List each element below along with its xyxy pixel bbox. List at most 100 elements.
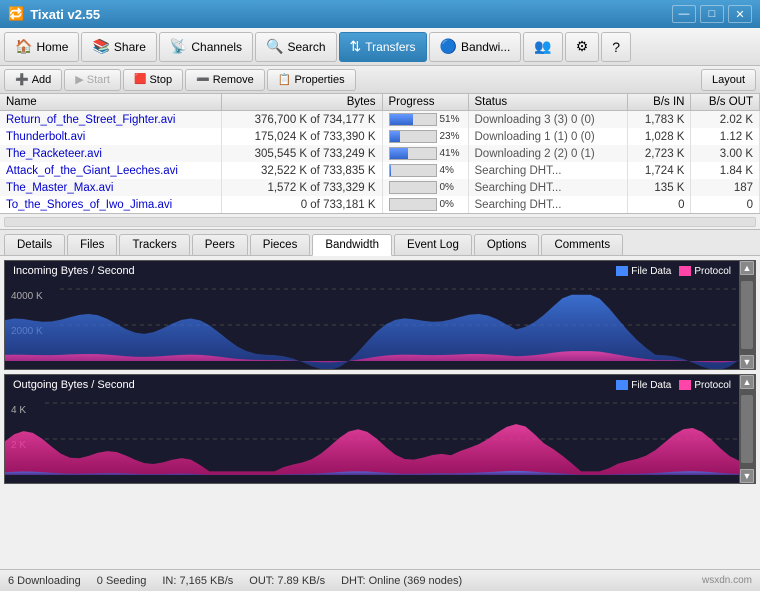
cell-bps-out: 1.12 K (691, 128, 760, 145)
incoming-scroll-up[interactable]: ▲ (740, 261, 754, 275)
tab-comments[interactable]: Comments (541, 234, 623, 255)
cell-bytes: 1,572 K of 733,329 K (221, 179, 382, 196)
outgoing-scroll-up[interactable]: ▲ (740, 375, 754, 389)
nav-channels[interactable]: 📡 Channels (159, 32, 253, 62)
start-icon: ▶ (75, 73, 83, 86)
outgoing-file-color (616, 380, 628, 390)
status-seeding: 0 Seeding (97, 575, 147, 587)
charts-area: Incoming Bytes / Second File Data Protoc… (0, 256, 760, 569)
nav-bandwidth[interactable]: 🔵 Bandwi... (429, 32, 522, 62)
maximize-button[interactable]: □ (700, 5, 724, 23)
col-name[interactable]: Name (0, 94, 221, 111)
file-table-container[interactable]: Name Bytes Progress Status B/s IN B/s OU… (0, 94, 760, 214)
status-branding: wsxdn.com (702, 575, 752, 586)
table-row[interactable]: The_Master_Max.avi1,572 K of 733,329 K0%… (0, 179, 760, 196)
tab-files[interactable]: Files (67, 234, 117, 255)
cell-name: Thunderbolt.avi (0, 128, 221, 145)
tab-pieces[interactable]: Pieces (250, 234, 311, 255)
cell-status: Downloading 1 (1) 0 (0) (468, 128, 628, 145)
outgoing-chart-svg (5, 375, 739, 483)
tab-peers[interactable]: Peers (192, 234, 248, 255)
gear-icon: ⚙ (576, 38, 589, 55)
nav-share[interactable]: 📚 Share (81, 32, 156, 62)
status-dht: DHT: Online (369 nodes) (341, 575, 462, 587)
tab-event-log[interactable]: Event Log (394, 234, 472, 255)
col-bps-out[interactable]: B/s OUT (691, 94, 760, 111)
col-bps-in[interactable]: B/s IN (628, 94, 691, 111)
incoming-scroll-thumb[interactable] (741, 281, 753, 349)
cell-bytes: 175,024 K of 733,390 K (221, 128, 382, 145)
table-row[interactable]: Return_of_the_Street_Fighter.avi376,700 … (0, 111, 760, 129)
status-downloading: 6 Downloading (8, 575, 81, 587)
incoming-chart-legend: File Data Protocol (616, 266, 731, 277)
table-row[interactable]: To_the_Shores_of_Iwo_Jima.avi0 of 733,18… (0, 196, 760, 213)
main-content: Name Bytes Progress Status B/s IN B/s OU… (0, 94, 760, 569)
properties-icon: 📋 (278, 73, 292, 86)
status-bar: 6 Downloading 0 Seeding IN: 7,165 KB/s O… (0, 569, 760, 591)
tab-trackers[interactable]: Trackers (119, 234, 189, 255)
cell-progress: 4% (382, 162, 468, 179)
cell-progress: 0% (382, 196, 468, 213)
cell-status: Searching DHT... (468, 196, 628, 213)
incoming-chart-container: Incoming Bytes / Second File Data Protoc… (4, 260, 756, 370)
peers-icon: 👥 (534, 38, 551, 55)
incoming-scrollbar: ▲ ▼ (739, 261, 755, 369)
incoming-file-color (616, 266, 628, 276)
nav-search[interactable]: 🔍 Search (255, 32, 336, 62)
outgoing-chart-legend: File Data Protocol (616, 380, 731, 391)
file-table: Name Bytes Progress Status B/s IN B/s OU… (0, 94, 760, 213)
stop-button[interactable]: 🟥 Stop (123, 69, 183, 91)
outgoing-scroll-down[interactable]: ▼ (740, 469, 754, 483)
incoming-chart-title: Incoming Bytes / Second (13, 265, 135, 277)
outgoing-scrollbar: ▲ ▼ (739, 375, 755, 483)
home-icon: 🏠 (15, 38, 32, 55)
outgoing-protocol-legend: Protocol (679, 380, 731, 391)
cell-bytes: 376,700 K of 734,177 K (221, 111, 382, 129)
outgoing-protocol-label: Protocol (694, 380, 731, 391)
remove-button[interactable]: ➖ Remove (185, 69, 265, 91)
table-header-row: Name Bytes Progress Status B/s IN B/s OU… (0, 94, 760, 111)
cell-bps-in: 135 K (628, 179, 691, 196)
table-row[interactable]: The_Racketeer.avi305,545 K of 733,249 K4… (0, 145, 760, 162)
nav-search-label: Search (288, 40, 326, 54)
nav-settings[interactable]: ⚙ (565, 32, 600, 62)
tab-details[interactable]: Details (4, 234, 65, 255)
cell-progress: 0% (382, 179, 468, 196)
add-icon: ➕ (15, 73, 29, 86)
hscroll-bar[interactable] (0, 214, 760, 230)
cell-status: Searching DHT... (468, 162, 628, 179)
start-button[interactable]: ▶ Start (64, 69, 121, 91)
layout-button[interactable]: Layout (701, 69, 756, 91)
search-icon: 🔍 (266, 38, 283, 55)
nav-transfers[interactable]: ⇅ Transfers (339, 32, 427, 62)
table-row[interactable]: Thunderbolt.avi175,024 K of 733,390 K23%… (0, 128, 760, 145)
nav-toolbar: 🏠 Home 📚 Share 📡 Channels 🔍 Search ⇅ Tra… (0, 28, 760, 66)
cell-bytes: 305,545 K of 733,249 K (221, 145, 382, 162)
col-progress[interactable]: Progress (382, 94, 468, 111)
outgoing-scroll-thumb[interactable] (741, 395, 753, 463)
close-button[interactable]: ✕ (728, 5, 752, 23)
add-button[interactable]: ➕ Add (4, 69, 62, 91)
tab-options[interactable]: Options (474, 234, 540, 255)
nav-share-label: Share (114, 40, 146, 54)
cell-bps-in: 1,783 K (628, 111, 691, 129)
cell-name: To_the_Shores_of_Iwo_Jima.avi (0, 196, 221, 213)
nav-home[interactable]: 🏠 Home (4, 32, 79, 62)
cell-status: Searching DHT... (468, 179, 628, 196)
share-icon: 📚 (92, 38, 109, 55)
cell-bps-in: 2,723 K (628, 145, 691, 162)
hscroll-track[interactable] (4, 217, 756, 227)
table-row[interactable]: Attack_of_the_Giant_Leeches.avi32,522 K … (0, 162, 760, 179)
col-bytes[interactable]: Bytes (221, 94, 382, 111)
minimize-button[interactable]: — (672, 5, 696, 23)
cell-bps-out: 2.02 K (691, 111, 760, 129)
properties-button[interactable]: 📋 Properties (267, 69, 356, 91)
nav-peers-btn[interactable]: 👥 (523, 32, 562, 62)
nav-transfers-label: Transfers (365, 40, 415, 54)
incoming-scroll-down[interactable]: ▼ (740, 355, 754, 369)
col-status[interactable]: Status (468, 94, 628, 111)
nav-help[interactable]: ? (601, 32, 631, 62)
tab-bandwidth[interactable]: Bandwidth (312, 234, 392, 256)
cell-bps-out: 0 (691, 196, 760, 213)
nav-home-label: Home (36, 40, 68, 54)
